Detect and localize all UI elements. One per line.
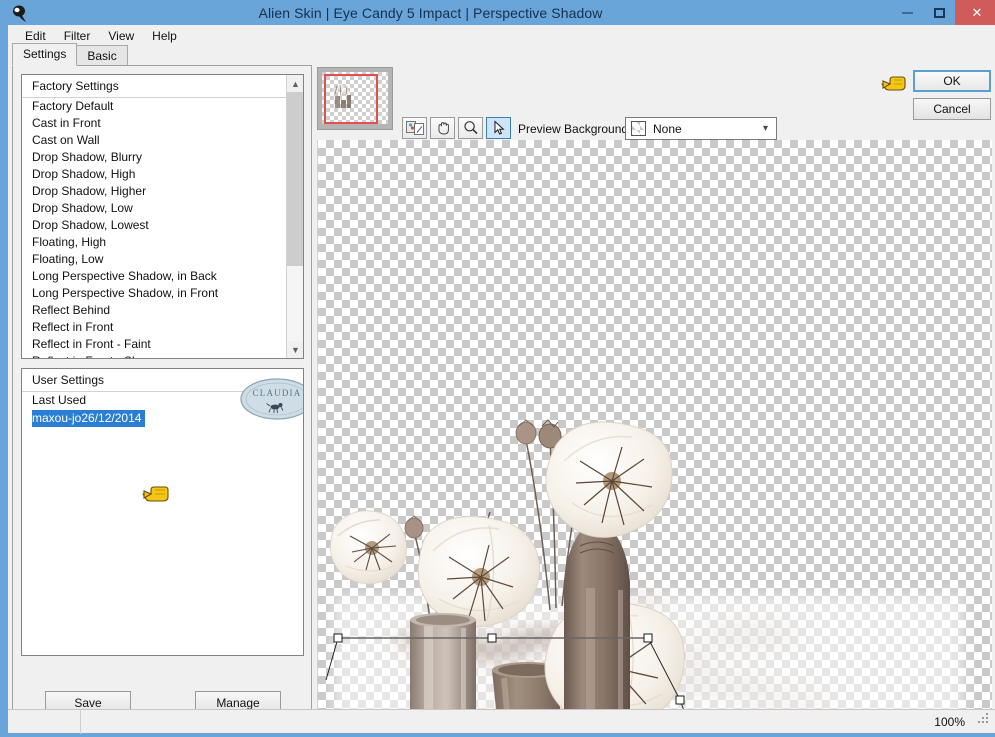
user-setting-selected[interactable]: maxou-jo26/12/2014 [32,410,146,427]
list-item[interactable]: Long Perspective Shadow, in Front [22,285,303,302]
application-window: Alien Skin | Eye Candy 5 Impact | Perspe… [0,0,995,737]
list-item[interactable]: Reflect Behind [22,302,303,319]
cancel-button[interactable]: Cancel [913,98,991,120]
scrollbar-track[interactable] [287,92,303,341]
list-item[interactable]: Floating, High [22,234,303,251]
list-item[interactable]: Reflect in Front - Sharp [22,353,303,358]
status-divider [80,709,81,734]
menu-item-edit[interactable]: Edit [16,27,55,45]
resize-grip-icon[interactable] [978,712,990,730]
title-bar: Alien Skin | Eye Candy 5 Impact | Perspe… [4,0,995,25]
factory-settings-items: Factory Default Cast in Front Cast on Wa… [22,98,303,358]
tab-basic[interactable]: Basic [76,45,128,66]
chevron-down-icon[interactable]: ▾ [763,123,768,134]
preview-navigator-thumbnail[interactable] [317,67,393,130]
perspective-shadow-preview[interactable] [317,140,992,725]
menu-item-help[interactable]: Help [143,27,186,45]
svg-text:CLAUDIA: CLAUDIA [253,388,302,398]
menu-item-filter[interactable]: Filter [55,27,100,45]
list-item[interactable]: Reflect in Front [22,319,303,336]
list-item[interactable]: Cast on Wall [22,132,303,149]
list-item[interactable]: Factory Default [22,98,303,115]
factory-settings-header: Factory Settings [22,75,303,98]
preview-background-value: None [653,121,682,136]
maximize-icon [933,7,945,18]
client-area: Edit Filter View Help Settings Basic Fac… [8,25,995,734]
arrow-select-icon[interactable] [486,117,511,139]
tab-settings[interactable]: Settings [12,43,78,66]
list-item[interactable]: Drop Shadow, Higher [22,183,303,200]
transparency-swatch-icon [631,121,646,136]
ok-button[interactable]: OK [913,70,991,92]
list-item[interactable]: Long Perspective Shadow, in Back [22,268,303,285]
preview-side: Preview Background: None ▾ OK Cancel [314,46,995,728]
chevron-down-icon[interactable]: ▼ [287,341,303,358]
alien-skin-logo-icon [8,2,30,24]
list-item[interactable]: Floating, Low [22,251,303,268]
preview-toolbar [402,117,514,139]
window-controls: ✕ [891,0,995,25]
hand-pan-icon[interactable] [430,117,455,139]
claudia-watermark: CLAUDIA [239,377,303,422]
factory-list-scrollbar[interactable]: ▲ ▼ [286,75,303,358]
window-title: Alien Skin | Eye Candy 5 Impact | Perspe… [258,4,603,21]
tab-bar: Settings Basic [12,43,312,66]
chevron-up-icon[interactable]: ▲ [287,75,303,92]
preview-background-label: Preview Background: [518,122,632,136]
preview-artwork [325,419,964,725]
user-settings-list[interactable]: User Settings Last Used maxou-jo26/12/20… [21,368,304,656]
scrollbar-thumb[interactable] [287,92,303,267]
minimize-button[interactable] [891,0,923,25]
pointing-hand-cursor-ok [881,72,911,99]
menu-item-view[interactable]: View [99,27,143,45]
list-item[interactable]: Drop Shadow, Low [22,200,303,217]
zoom-level-indicator: 100% [934,714,965,729]
settings-panel: Factory Settings Factory Default Cast in… [12,65,312,728]
minimize-icon [901,11,913,14]
list-item[interactable]: Reflect in Front - Faint [22,336,303,353]
list-item[interactable]: Cast in Front [22,115,303,132]
list-item[interactable]: Drop Shadow, Lowest [22,217,303,234]
menu-bar: Edit Filter View Help [8,25,995,46]
list-item[interactable]: Drop Shadow, High [22,166,303,183]
list-item[interactable]: Drop Shadow, Blurry [22,149,303,166]
maximize-button[interactable] [923,0,955,25]
split-preview-icon[interactable] [402,117,427,139]
preview-background-select[interactable]: None ▾ [625,117,777,140]
zoom-magnifier-icon[interactable] [458,117,483,139]
close-button[interactable]: ✕ [955,0,995,25]
factory-settings-list[interactable]: Factory Settings Factory Default Cast in… [21,74,304,359]
status-bar: 100% [8,709,995,734]
navigator-viewport-rect[interactable] [324,74,378,124]
